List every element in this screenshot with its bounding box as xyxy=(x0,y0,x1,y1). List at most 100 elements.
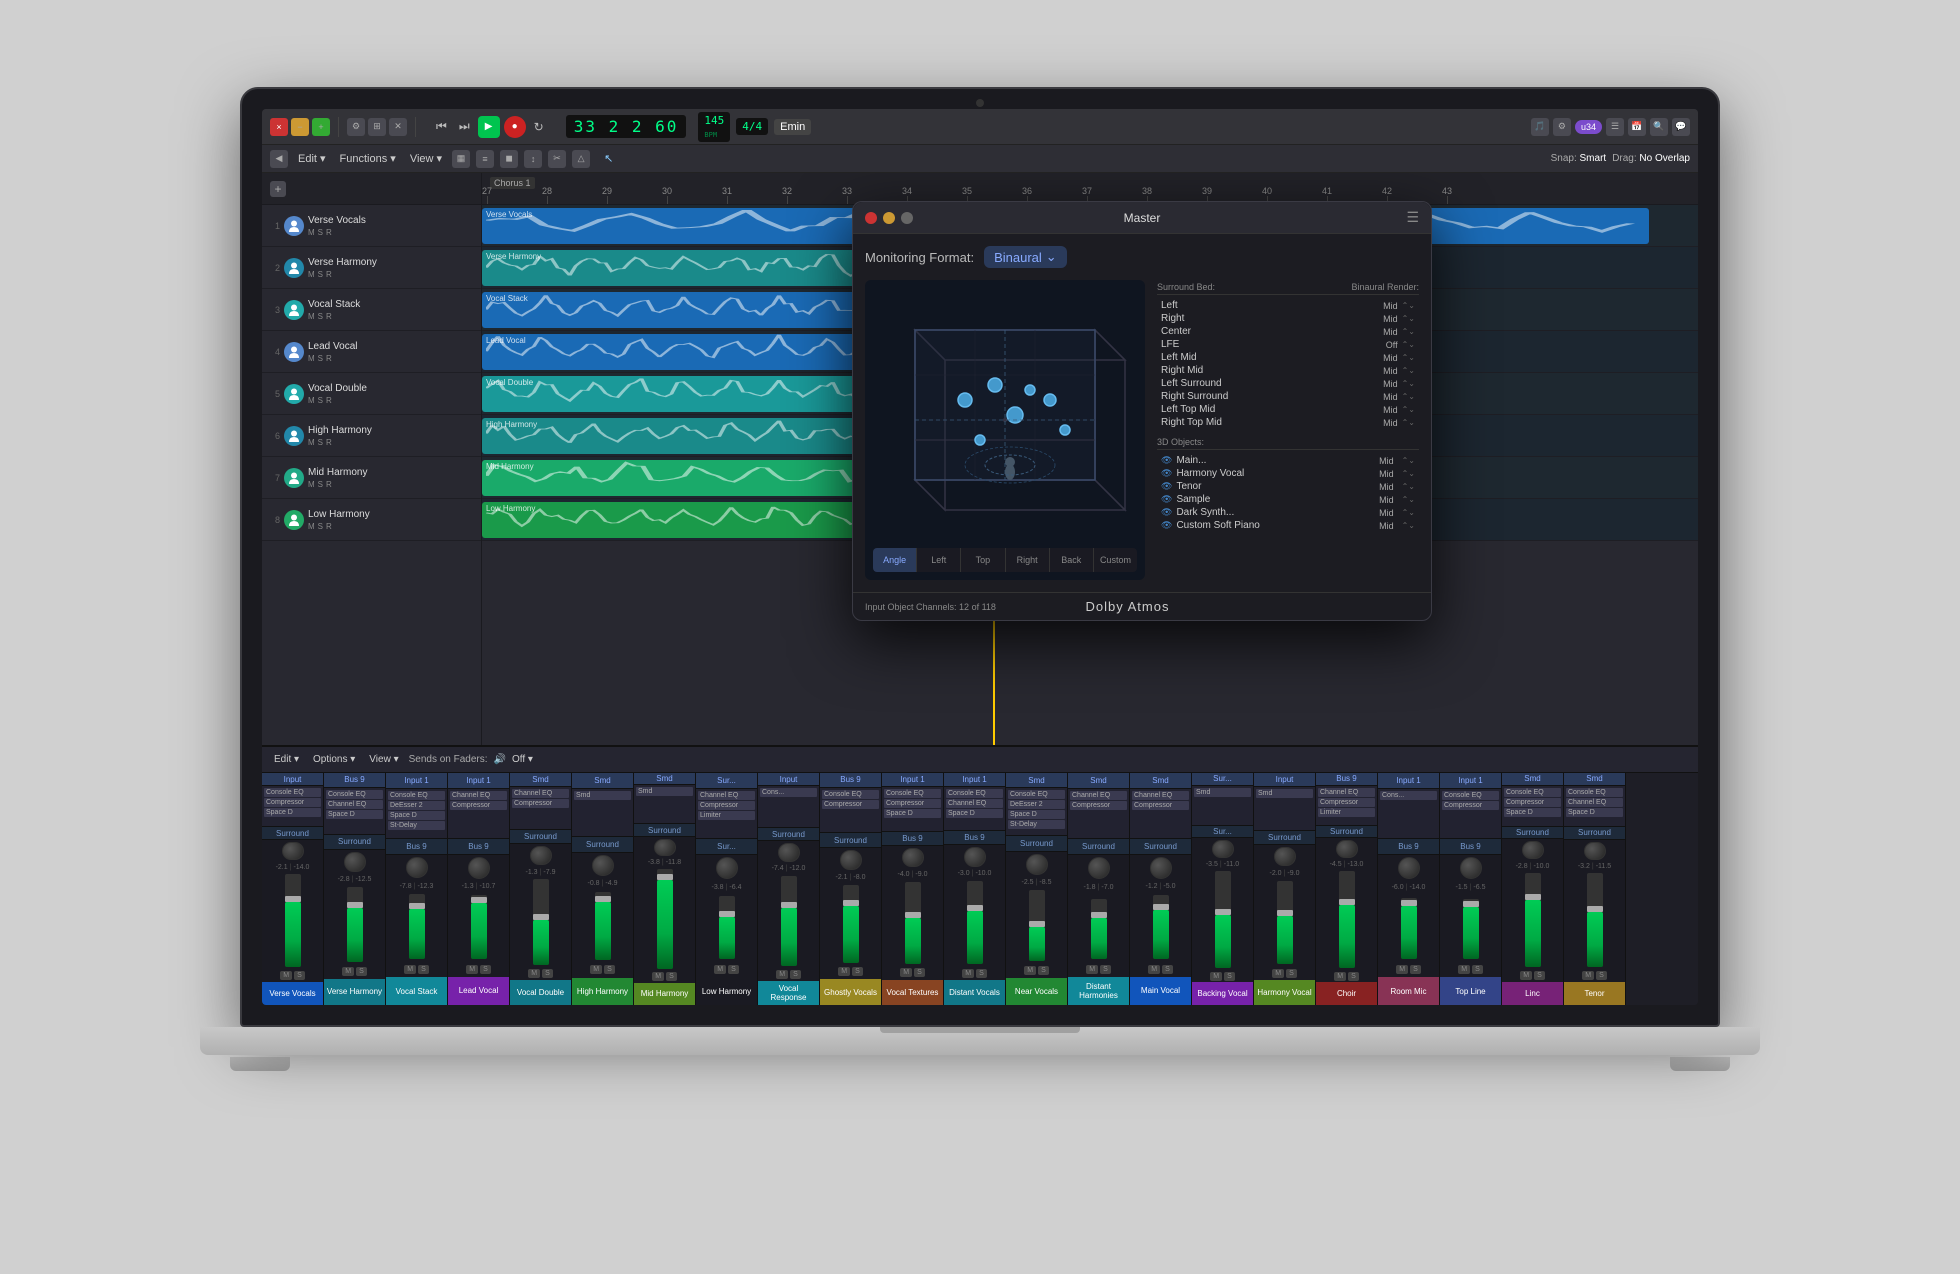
ch-fader-4[interactable] xyxy=(533,879,549,964)
ch-input-16[interactable]: Input xyxy=(1254,773,1315,787)
chat-btn[interactable]: 💬 xyxy=(1672,118,1690,136)
ch-output-17[interactable]: Surround xyxy=(1316,826,1377,839)
minimize-btn[interactable]: − xyxy=(291,118,309,136)
grid-btn[interactable]: ⊞ xyxy=(368,118,386,136)
ch-fader-1[interactable] xyxy=(347,887,363,962)
ch-output-4[interactable]: Surround xyxy=(510,830,571,844)
cursor-tool[interactable]: ↖ xyxy=(604,152,613,165)
record-arm-btn-3[interactable]: R xyxy=(326,354,332,363)
dialog-maximize-btn[interactable] xyxy=(901,212,913,224)
dialog-list-btn[interactable]: ☰ xyxy=(1406,209,1419,226)
metronome-btn[interactable]: 🎵 xyxy=(1531,118,1549,136)
ch-output-12[interactable]: Surround xyxy=(1006,836,1067,851)
region-btn[interactable]: ◼ xyxy=(500,150,518,168)
ch-plugin[interactable]: Smd xyxy=(574,791,631,800)
ch-pan-knob-16[interactable] xyxy=(1274,847,1296,866)
ch-plugin[interactable]: Compressor xyxy=(264,798,321,807)
ch-mute-19[interactable]: M xyxy=(1458,965,1470,974)
functions-menu[interactable]: Functions ▾ xyxy=(336,150,400,167)
ch-output-18[interactable]: Bus 9 xyxy=(1378,839,1439,855)
ch-pan-knob-2[interactable] xyxy=(406,857,428,879)
ch-pan-knob-10[interactable] xyxy=(902,848,924,868)
ch-mute-5[interactable]: M xyxy=(590,965,602,974)
ch-plugin[interactable]: Compressor xyxy=(1132,801,1189,810)
atmos-eye-3[interactable]: 👁 xyxy=(1161,494,1172,505)
ch-input-4[interactable]: Smd xyxy=(510,773,571,787)
maximize-btn[interactable]: + xyxy=(312,118,330,136)
ch-output-15[interactable]: Sur... xyxy=(1192,826,1253,839)
forward-btn[interactable]: ⏭ xyxy=(455,117,474,136)
mute-btn-3[interactable]: M xyxy=(308,354,315,363)
ch-input-21[interactable]: Smd xyxy=(1564,773,1625,786)
ch-output-13[interactable]: Surround xyxy=(1068,839,1129,855)
atmos-ch-arrow-6[interactable]: ⌃⌄ xyxy=(1402,379,1415,388)
list-btn[interactable]: ☰ xyxy=(1606,118,1624,136)
ch-plugin[interactable]: DeEsser 2 xyxy=(1008,800,1065,809)
atmos-3d-arrow-3[interactable]: ⌃⌄ xyxy=(1402,495,1415,504)
ch-pan-knob-1[interactable] xyxy=(344,852,366,873)
ch-solo-15[interactable]: S xyxy=(1224,972,1235,981)
tool1-btn[interactable]: ↕ xyxy=(524,150,542,168)
view-menu[interactable]: View ▾ xyxy=(406,150,446,167)
ch-pan-knob-14[interactable] xyxy=(1150,857,1172,879)
ch-solo-20[interactable]: S xyxy=(1534,971,1545,980)
play-btn[interactable]: ▶ xyxy=(478,116,500,138)
ch-pan-knob-5[interactable] xyxy=(592,855,614,876)
ch-plugin[interactable]: Console EQ xyxy=(884,789,941,798)
ch-mute-17[interactable]: M xyxy=(1334,972,1346,981)
ch-plugin[interactable]: Space D xyxy=(1504,808,1561,817)
atmos-ch-arrow-5[interactable]: ⌃⌄ xyxy=(1402,366,1415,375)
ch-pan-knob-13[interactable] xyxy=(1088,857,1110,879)
mute-btn-2[interactable]: M xyxy=(308,312,315,321)
ch-pan-knob-17[interactable] xyxy=(1336,840,1358,858)
ch-input-19[interactable]: Input 1 xyxy=(1440,773,1501,789)
ch-plugin[interactable]: Console EQ xyxy=(1442,791,1499,800)
ch-mute-16[interactable]: M xyxy=(1272,969,1284,978)
record-arm-btn-7[interactable]: R xyxy=(326,522,332,531)
ch-fader-0[interactable] xyxy=(285,874,301,967)
atmos-ch-arrow-1[interactable]: ⌃⌄ xyxy=(1402,314,1415,323)
solo-btn-7[interactable]: S xyxy=(318,522,323,531)
ch-mute-20[interactable]: M xyxy=(1520,971,1532,980)
solo-btn-3[interactable]: S xyxy=(318,354,323,363)
ch-input-9[interactable]: Bus 9 xyxy=(820,773,881,788)
ch-fader-12[interactable] xyxy=(1029,890,1045,961)
ch-plugin[interactable]: Compressor xyxy=(698,801,755,810)
ch-pan-knob-19[interactable] xyxy=(1460,857,1482,879)
ch-plugin[interactable]: Limiter xyxy=(698,811,755,820)
solo-btn-0[interactable]: S xyxy=(318,228,323,237)
edit-menu[interactable]: Edit ▾ xyxy=(294,150,330,167)
record-arm-btn-1[interactable]: R xyxy=(326,270,332,279)
ch-fader-2[interactable] xyxy=(409,894,425,959)
ch-output-19[interactable]: Bus 9 xyxy=(1440,839,1501,855)
ch-output-8[interactable]: Surround xyxy=(758,828,819,841)
snap-value[interactable]: Smart xyxy=(1580,153,1607,164)
ch-fader-10[interactable] xyxy=(905,882,921,964)
mute-btn-5[interactable]: M xyxy=(308,438,315,447)
ch-solo-8[interactable]: S xyxy=(790,970,801,979)
ch-output-3[interactable]: Bus 9 xyxy=(448,839,509,855)
ch-solo-13[interactable]: S xyxy=(1100,965,1111,974)
ch-input-0[interactable]: Input xyxy=(262,773,323,786)
ch-output-14[interactable]: Surround xyxy=(1130,839,1191,855)
view-tab-angle[interactable]: Angle xyxy=(873,548,917,572)
solo-btn-4[interactable]: S xyxy=(318,396,323,405)
cycle-btn[interactable]: ↻ xyxy=(530,118,548,136)
ch-solo-4[interactable]: S xyxy=(542,969,553,978)
ch-output-6[interactable]: Surround xyxy=(634,824,695,836)
ch-fader-6[interactable] xyxy=(657,869,673,969)
atmos-eye-0[interactable]: 👁 xyxy=(1161,455,1172,466)
ch-solo-7[interactable]: S xyxy=(728,965,739,974)
atmos-eye-2[interactable]: 👁 xyxy=(1161,481,1172,492)
ch-plugin[interactable]: Space D xyxy=(388,811,445,820)
ch-plugin[interactable]: Space D xyxy=(326,810,383,819)
view-tab-right[interactable]: Right xyxy=(1006,548,1050,572)
ch-mute-13[interactable]: M xyxy=(1086,965,1098,974)
view-tab-custom[interactable]: Custom xyxy=(1094,548,1137,572)
ch-input-20[interactable]: Smd xyxy=(1502,773,1563,786)
add-track-btn[interactable]: + xyxy=(270,181,286,197)
ch-plugin[interactable]: Compressor xyxy=(1070,801,1127,810)
ch-plugin[interactable]: Console EQ xyxy=(1566,788,1623,797)
ch-pan-knob-12[interactable] xyxy=(1026,854,1048,875)
ch-mute-4[interactable]: M xyxy=(528,969,540,978)
